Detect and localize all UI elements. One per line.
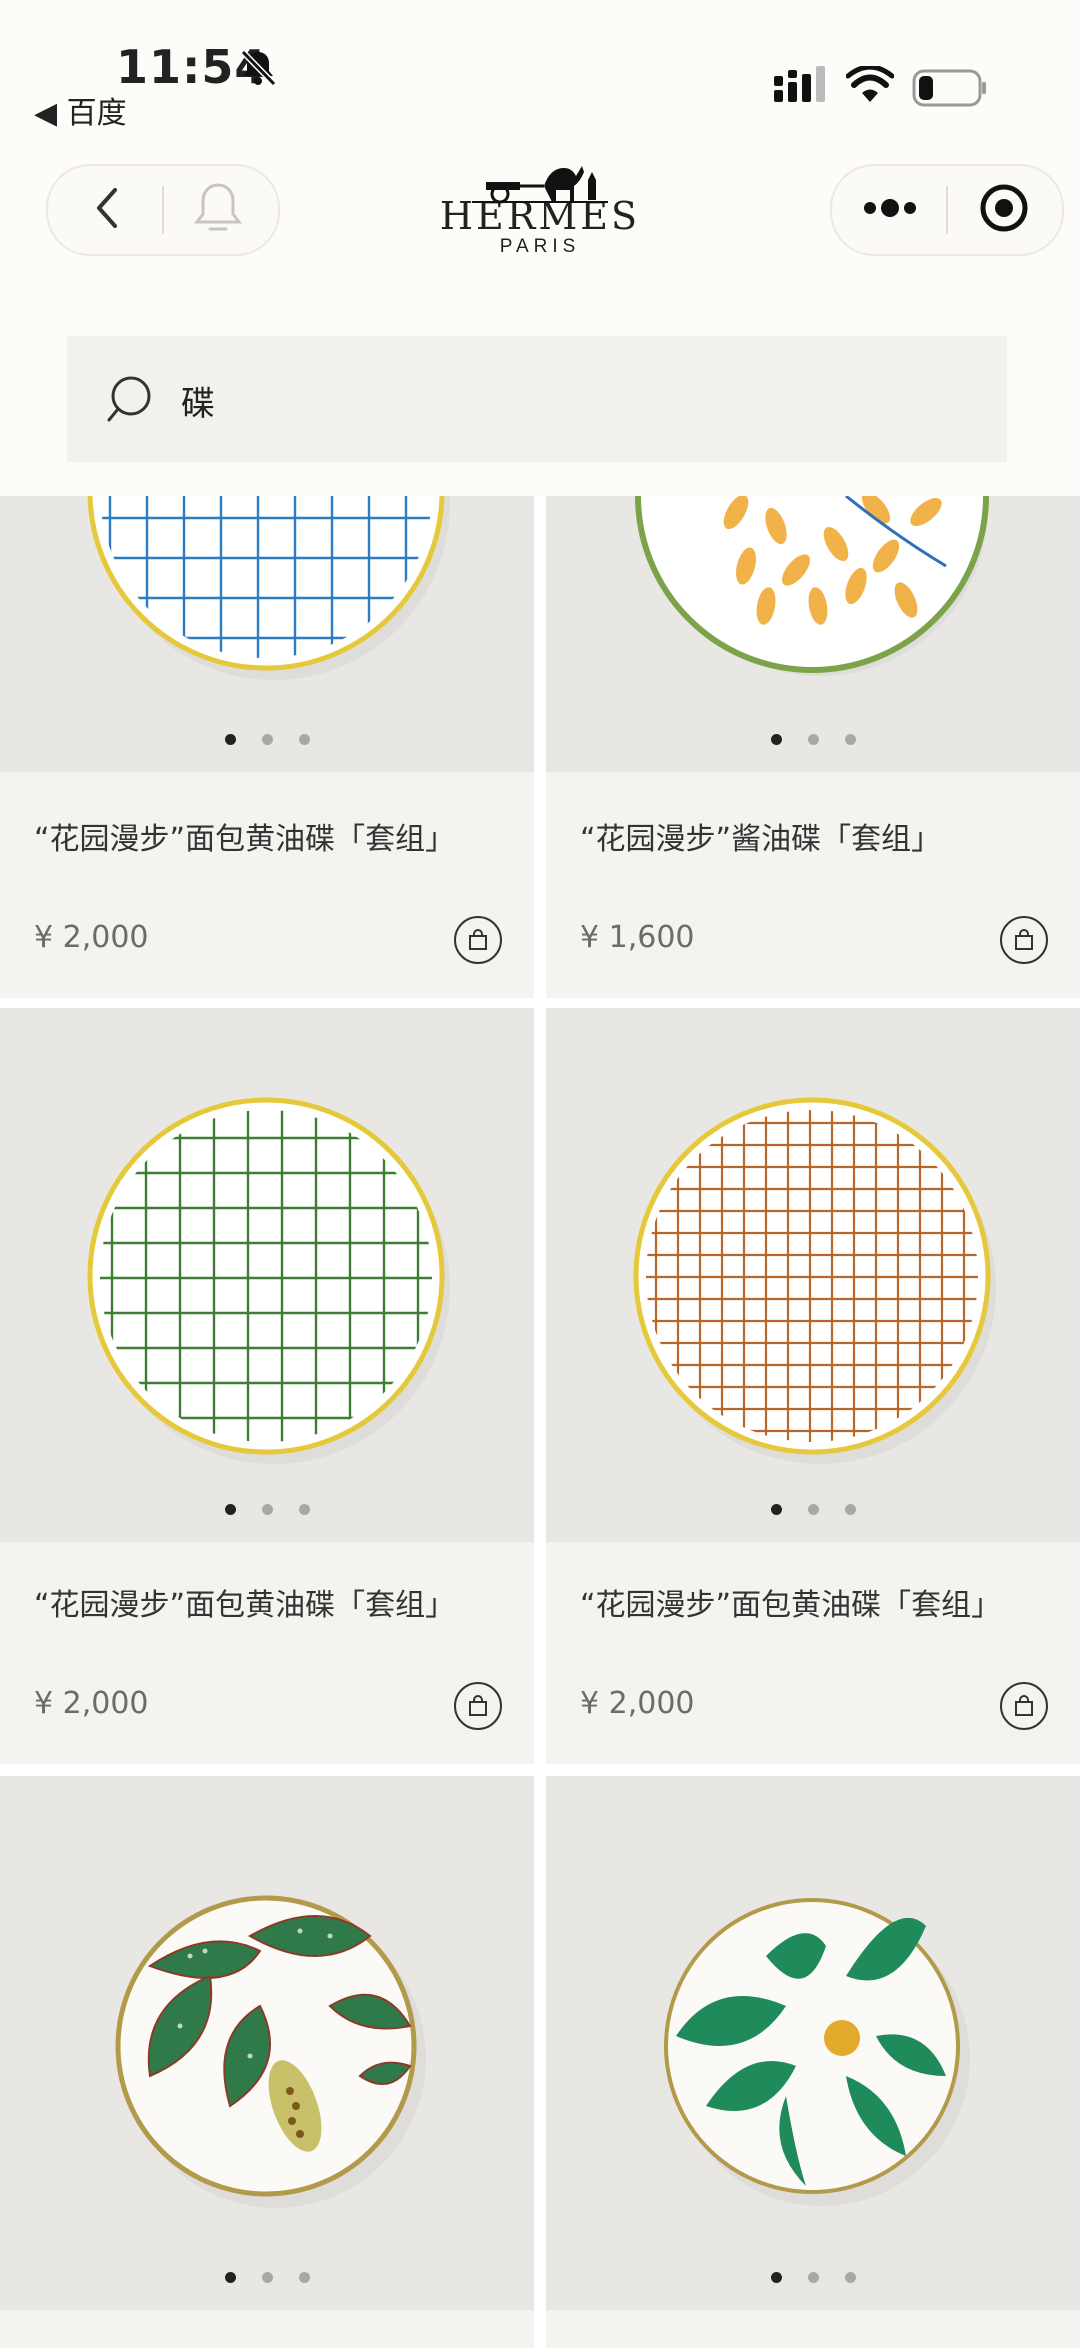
product-price: ¥ 2,000: [34, 920, 149, 955]
carousel-dots: [0, 734, 534, 745]
chevron-left-icon: [93, 186, 123, 234]
close-miniprogram-button[interactable]: [954, 166, 1054, 254]
orange-leaf-dish-icon: [635, 496, 989, 676]
orange-grid-plate-icon: [633, 1097, 996, 1464]
shopping-bag-icon: [469, 1695, 487, 1716]
brand-city: PARIS: [499, 236, 581, 257]
product-image[interactable]: [0, 1008, 534, 1542]
bell-icon: [192, 180, 244, 240]
product-title[interactable]: “花园漫步”面包黄油碟「套组」: [34, 814, 455, 858]
product-card[interactable]: “花园漫步”面包黄油碟「套组」 ¥ 2,000: [546, 1008, 1080, 1764]
product-price: ¥ 2,000: [34, 1686, 149, 1721]
wifi-icon: [845, 64, 895, 108]
add-to-bag-button[interactable]: [454, 916, 502, 964]
product-image[interactable]: [0, 496, 534, 772]
capsule-divider: [946, 186, 948, 234]
begonia-leaf-plate-icon: [115, 1895, 426, 2208]
add-to-bag-button[interactable]: [454, 1682, 502, 1730]
carousel-dots: [546, 734, 1080, 745]
target-circle-icon: [979, 183, 1029, 237]
product-image[interactable]: [0, 1776, 534, 2310]
add-to-bag-button[interactable]: [1000, 916, 1048, 964]
back-to-app-link[interactable]: ◀ 百度: [34, 88, 127, 132]
green-grid-plate-icon: [87, 1097, 450, 1464]
product-image[interactable]: [546, 1008, 1080, 1542]
hermes-logo: HERMÈS PARIS: [430, 158, 650, 268]
carousel-dots: [546, 2272, 1080, 2283]
carriage-logo-icon: [472, 166, 608, 204]
product-title[interactable]: “花园漫步”面包黄油碟「套组」: [580, 1580, 1001, 1624]
status-bar: 11:54 ◀ 百度: [0, 0, 1080, 140]
green-leaf-fruit-plate-icon: [664, 1898, 970, 2206]
product-price: ¥ 2,000: [580, 1686, 695, 1721]
mute-bell-icon: [238, 48, 278, 92]
carousel-dots: [0, 1504, 534, 1515]
nav-capsule-left: [46, 164, 280, 256]
shopping-bag-icon: [1015, 929, 1033, 950]
more-options-button[interactable]: [840, 166, 940, 254]
search-bar[interactable]: 碟: [67, 336, 1007, 462]
signal-icon: [772, 66, 828, 108]
product-price: ¥ 1,600: [580, 920, 695, 955]
search-query: 碟: [181, 384, 215, 424]
product-image[interactable]: [546, 496, 1080, 772]
capsule-divider: [162, 186, 164, 234]
product-card[interactable]: “花园漫步”面包黄油碟「套组」 ¥ 2,000: [0, 1008, 534, 1764]
carousel-dots: [0, 2272, 534, 2283]
product-grid: “花园漫步”面包黄油碟「套组」 ¥ 2,000 “花园漫步”酱油碟「套组」 ¥ …: [0, 496, 1080, 2348]
product-card[interactable]: “花园漫步”酱油碟「套组」 ¥ 1,600: [546, 496, 1080, 998]
notification-button[interactable]: [168, 166, 268, 254]
back-button[interactable]: [58, 166, 158, 254]
product-card[interactable]: [546, 1776, 1080, 2348]
battery-icon: [912, 68, 988, 112]
shopping-bag-icon: [469, 929, 487, 950]
product-card[interactable]: [0, 1776, 534, 2348]
product-title[interactable]: “花园漫步”酱油碟「套组」: [580, 814, 941, 858]
product-title[interactable]: “花园漫步”面包黄油碟「套组」: [34, 1580, 455, 1624]
add-to-bag-button[interactable]: [1000, 1682, 1048, 1730]
product-image[interactable]: [546, 1776, 1080, 2310]
nav-capsule-right: [830, 164, 1064, 256]
blue-grid-plate-icon: [87, 496, 450, 680]
product-card[interactable]: “花园漫步”面包黄油碟「套组」 ¥ 2,000: [0, 496, 534, 998]
shopping-bag-icon: [1015, 1695, 1033, 1716]
more-dots-icon: [862, 198, 918, 222]
carousel-dots: [546, 1504, 1080, 1515]
search-icon: [105, 374, 153, 428]
